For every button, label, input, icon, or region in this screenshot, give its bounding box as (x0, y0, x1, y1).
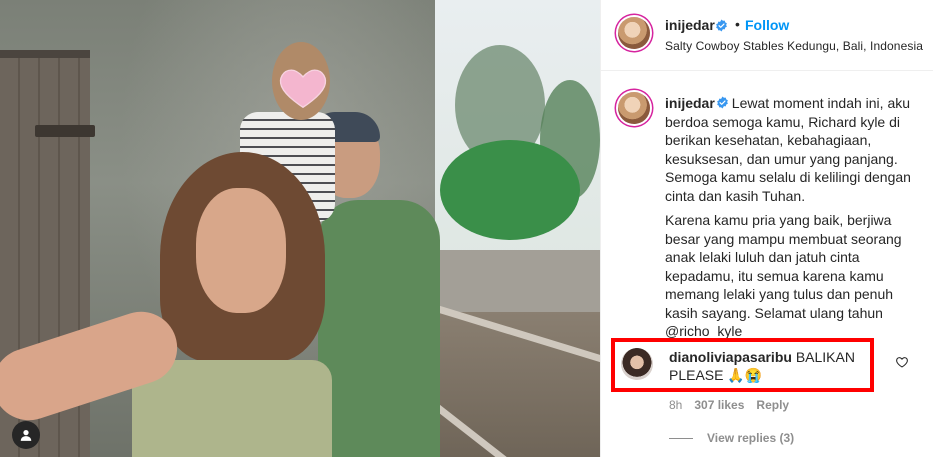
comment-emojis: 🙏😭 (727, 367, 763, 383)
pink-heart-sticker-icon (279, 69, 327, 109)
comment-time[interactable]: 8h (669, 398, 682, 412)
view-replies-label: View replies (3) (707, 431, 795, 445)
replies-divider-line (669, 437, 693, 439)
follow-button[interactable]: Follow (745, 17, 789, 33)
caption-paragraph-2: Karena kamu pria yang baik, berjiwa besa… (665, 212, 902, 321)
commenter-username[interactable]: dianoliviapasaribu (669, 349, 792, 365)
user-tag-icon (20, 430, 32, 441)
comment-meta: 8h 307 likes Reply (669, 398, 789, 412)
caption-mention[interactable]: @richo_kyle (665, 323, 742, 339)
comment-text: dianoliviapasaribu BALIKAN PLEASE 🙏😭 (669, 348, 869, 384)
commenter-avatar[interactable] (621, 348, 653, 380)
view-replies-button[interactable]: View replies (3) (669, 431, 794, 445)
post-sidebar: inijedar • Follow Salty Cowboy Stables K… (600, 0, 933, 457)
location-link[interactable]: Salty Cowboy Stables Kedungu, Bali, Indo… (665, 39, 923, 53)
woman-face (196, 188, 286, 313)
user-tag-button[interactable] (12, 421, 40, 449)
separator-dot: • (735, 16, 740, 32)
comment-item: dianoliviapasaribu BALIKAN PLEASE 🙏😭 (601, 338, 933, 394)
reply-button[interactable]: Reply (756, 398, 789, 412)
caption-avatar[interactable] (618, 92, 650, 124)
tree (440, 140, 580, 240)
stone-wall (435, 250, 600, 312)
comment-likes[interactable]: 307 likes (694, 398, 744, 412)
author-avatar[interactable] (618, 17, 650, 49)
post-photo[interactable] (0, 0, 600, 457)
verified-badge-icon (716, 96, 728, 109)
caption-text: inijedar Lewat moment indah ini, aku ber… (665, 94, 925, 347)
caption-username[interactable]: inijedar (665, 95, 715, 111)
heart-outline-icon[interactable] (895, 355, 909, 369)
caption-paragraph-1: Lewat moment indah ini, aku berdoa semog… (665, 95, 911, 204)
verified-badge-icon (716, 19, 727, 32)
author-username[interactable]: inijedar (665, 17, 715, 33)
man-figure (318, 200, 440, 457)
post-header: inijedar • Follow Salty Cowboy Stables K… (601, 0, 933, 71)
door-hinge (35, 125, 95, 137)
